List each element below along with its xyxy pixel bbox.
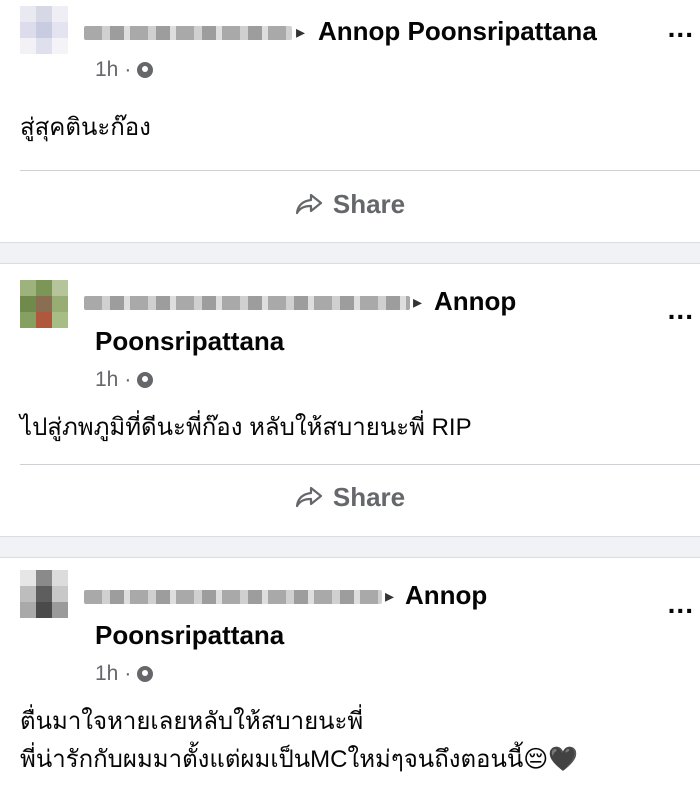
post-separator (0, 536, 700, 558)
target-name-line2[interactable]: Poonsripattana (95, 620, 284, 651)
target-name-line1[interactable]: Annop (405, 580, 487, 611)
time-separator: · (124, 662, 132, 685)
post-text: สู่สุคตินะก๊อง (20, 114, 151, 141)
globe-icon (137, 372, 154, 388)
time-label[interactable]: 1h (95, 662, 118, 686)
author-name-blurred[interactable] (84, 26, 292, 40)
target-name[interactable]: Annop Poonsripattana (318, 16, 597, 47)
post-text-line1: ตื่นมาใจหายเลยหลับให้สบายนะพี่ (20, 708, 364, 735)
share-label: Share (332, 481, 406, 512)
post-time: 1h · (95, 368, 154, 392)
share-arrow-icon (295, 486, 322, 508)
time-label[interactable]: 1h (95, 368, 118, 392)
target-name-line1[interactable]: Annop (434, 286, 516, 317)
more-options-icon[interactable]: ... (668, 294, 694, 326)
time-separator: · (124, 368, 132, 391)
triangle-right-icon: ▸ (385, 586, 395, 606)
avatar[interactable] (20, 280, 82, 342)
triangle-right-icon: ▸ (296, 22, 306, 42)
triangle-right-icon: ▸ (413, 292, 423, 312)
more-options-icon[interactable]: ... (668, 12, 694, 44)
target-name-line2[interactable]: Poonsripattana (95, 326, 284, 357)
globe-icon (137, 62, 154, 78)
post-time: 1h · (95, 662, 154, 686)
post-text-line2: พี่น่ารักกับผมมาตั้งแต่ผมเป็นMCใหม่ๆจนถึ… (20, 746, 579, 773)
share-button[interactable]: Share (0, 477, 700, 517)
post-3: ▸ Annop Poonsripattana ... 1h · ตื่นมาใจ… (0, 558, 700, 796)
post-time: 1h · (95, 58, 154, 82)
divider (20, 170, 700, 171)
post-text: ไปสู่ภพภูมิที่ดีนะพี่ก๊อง หลับให้สบายนะพ… (20, 414, 472, 441)
avatar[interactable] (20, 6, 82, 68)
author-name-blurred[interactable] (84, 296, 410, 310)
author-name-blurred[interactable] (84, 590, 382, 604)
more-options-icon[interactable]: ... (668, 588, 694, 620)
avatar[interactable] (20, 570, 82, 632)
share-button[interactable]: Share (0, 184, 700, 224)
globe-icon (137, 666, 154, 682)
post-1: ▸ Annop Poonsripattana ... 1h · สู่สุคติ… (0, 0, 700, 242)
share-label: Share (332, 188, 406, 219)
share-arrow-icon (295, 193, 322, 215)
time-separator: · (124, 58, 132, 81)
time-label[interactable]: 1h (95, 58, 118, 82)
post-separator (0, 242, 700, 264)
divider (20, 464, 700, 465)
post-2: ▸ Annop Poonsripattana ... 1h · ไปสู่ภพภ… (0, 264, 700, 536)
